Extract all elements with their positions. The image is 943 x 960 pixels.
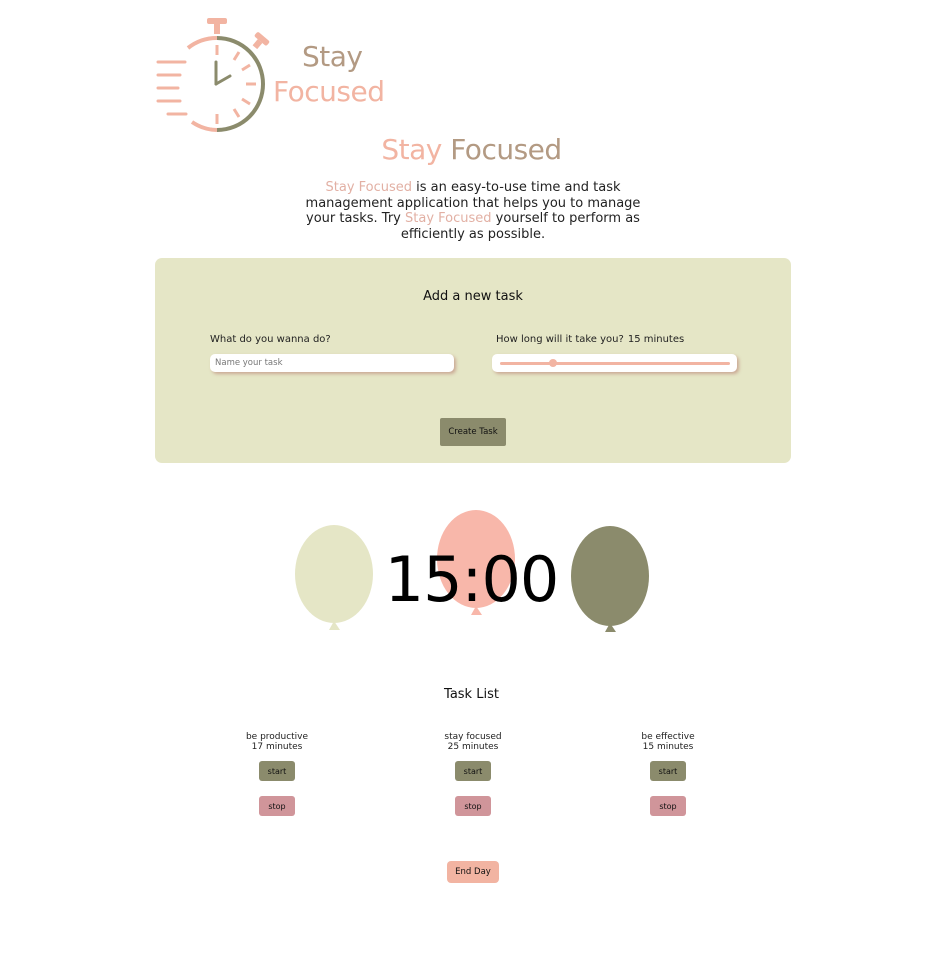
- slider-thumb[interactable]: [548, 359, 557, 367]
- page-title-stay: Stay: [381, 133, 442, 166]
- timer-display: 15:00: [384, 543, 560, 616]
- stop-task-button[interactable]: stop: [650, 796, 686, 816]
- start-task-button[interactable]: start: [650, 761, 686, 781]
- add-task-panel: Add a new task What do you wanna do? How…: [155, 258, 791, 463]
- intro-brand-name: Stay Focused: [405, 211, 492, 226]
- task-list-title: Task List: [444, 687, 499, 702]
- add-task-title: Add a new task: [423, 289, 523, 304]
- duration-label: How long will it take you? 15 minutes: [496, 334, 684, 345]
- intro-text: Stay Focused is an easy-to-use time and …: [295, 180, 651, 242]
- logo-word-stay: Stay: [302, 40, 363, 73]
- end-day-button[interactable]: End Day: [447, 861, 499, 883]
- task-name: be effective: [641, 732, 695, 742]
- logo-word-focused: Focused: [273, 75, 385, 108]
- stopwatch-logo-icon: [156, 18, 270, 132]
- task-minutes: 17 minutes: [251, 742, 303, 752]
- task-card: be productive 17 minutes start stop: [217, 732, 337, 816]
- stop-task-button[interactable]: stop: [259, 796, 295, 816]
- task-minutes: 25 minutes: [447, 742, 499, 752]
- task-name-input[interactable]: [210, 354, 454, 372]
- stop-task-button[interactable]: stop: [455, 796, 491, 816]
- task-card: stay focused 25 minutes start stop: [413, 732, 533, 816]
- task-name: stay focused: [444, 732, 502, 742]
- intro-brand-name: Stay Focused: [325, 180, 413, 195]
- task-name: be productive: [245, 732, 309, 742]
- page-title: Stay Focused: [0, 133, 943, 166]
- start-task-button[interactable]: start: [259, 761, 295, 781]
- task-name-label: What do you wanna do?: [210, 334, 331, 345]
- page-title-focused: Focused: [450, 133, 562, 166]
- start-task-button[interactable]: start: [455, 761, 491, 781]
- task-card: be effective 15 minutes start stop: [608, 732, 728, 816]
- create-task-button[interactable]: Create Task: [440, 418, 506, 446]
- task-minutes: 15 minutes: [642, 742, 694, 752]
- slider-track[interactable]: [500, 362, 730, 365]
- duration-slider[interactable]: [492, 354, 737, 372]
- duration-value: 15 minutes: [627, 334, 685, 345]
- duration-label-text: How long will it take you?: [496, 334, 624, 345]
